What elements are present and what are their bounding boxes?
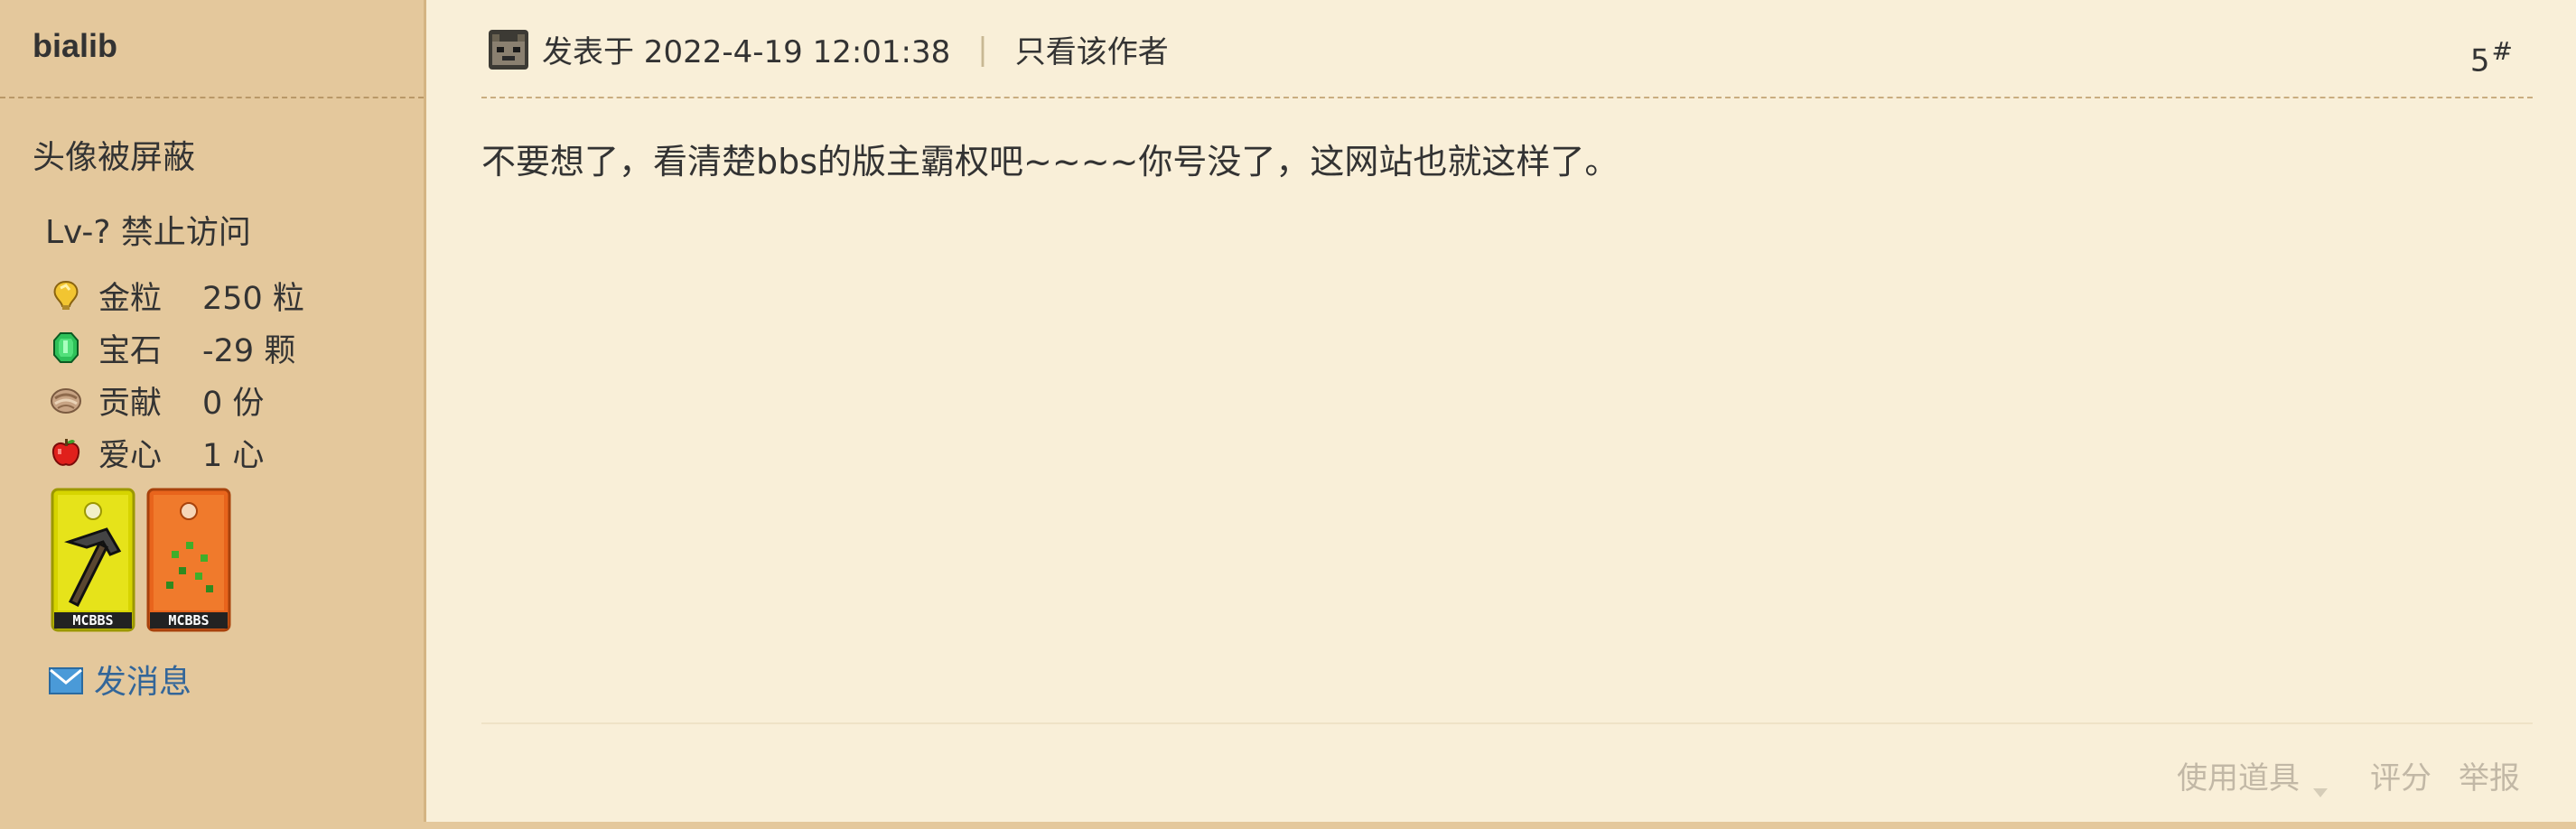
post-timestamp: 发表于 2022-4-19 12:01:38 bbox=[542, 34, 951, 70]
send-message-link[interactable]: 发消息 bbox=[49, 656, 191, 703]
avatar-blocked-text: 头像被屏蔽 bbox=[33, 139, 196, 176]
medal-list: MCBBS MCBBS bbox=[51, 488, 231, 632]
bottom-border bbox=[0, 822, 2576, 829]
floor-number[interactable]: 5# bbox=[2470, 36, 2513, 79]
stat-label: 金粒 bbox=[98, 280, 163, 317]
sidebar-divider bbox=[0, 97, 424, 98]
username[interactable]: bialib bbox=[33, 27, 117, 65]
floor-symbol: # bbox=[2491, 36, 2513, 66]
pickaxe-medal-icon[interactable]: MCBBS bbox=[51, 488, 135, 632]
contribution-icon bbox=[50, 384, 82, 416]
only-author-link[interactable]: 只看该作者 bbox=[1015, 27, 1169, 71]
chevron-down-icon bbox=[2312, 770, 2329, 797]
medal-text: MCBBS bbox=[72, 612, 113, 629]
apple-icon bbox=[50, 436, 82, 469]
post-header: 发表于 2022-4-19 12:01:38 | 只看该作者 bbox=[488, 27, 1169, 71]
send-message-label: 发消息 bbox=[94, 664, 192, 701]
floor-value: 5 bbox=[2469, 42, 2490, 79]
user-level: Lv-? 禁止访问 bbox=[45, 214, 251, 251]
use-tool-label: 使用道具 bbox=[2177, 760, 2300, 796]
stat-emerald: 宝石 -29 颗 bbox=[50, 321, 304, 374]
emerald-icon bbox=[50, 331, 82, 364]
stat-contribution: 贡献 0 份 bbox=[50, 374, 304, 426]
stat-value: -29 颗 bbox=[202, 332, 296, 369]
stat-value: 1 心 bbox=[202, 437, 265, 474]
rate-button[interactable]: 评分 bbox=[2370, 753, 2431, 797]
use-tool-button[interactable]: 使用道具 bbox=[2177, 753, 2329, 797]
stat-label: 爱心 bbox=[98, 437, 163, 474]
stat-value: 250 粒 bbox=[202, 280, 304, 317]
header-divider bbox=[481, 97, 2533, 98]
stat-gold: 金粒 250 粒 bbox=[50, 269, 304, 321]
user-sidebar: bialib 头像被屏蔽 Lv-? 禁止访问 金粒 250 粒 宝石 -29 颗… bbox=[0, 0, 426, 829]
stat-label: 宝石 bbox=[98, 332, 163, 369]
stat-love: 爱心 1 心 bbox=[50, 426, 304, 479]
header-separator: | bbox=[977, 31, 988, 68]
author-avatar-icon bbox=[488, 29, 529, 70]
medal-text: MCBBS bbox=[168, 612, 209, 629]
envelope-icon bbox=[49, 666, 83, 694]
user-stats: 金粒 250 粒 宝石 -29 颗 贡献 0 份 爱心 1 心 bbox=[50, 269, 304, 479]
post-content: 不要想了，看清楚bbs的版主霸权吧~~~~你号没了，这网站也就这样了。 bbox=[481, 142, 1619, 182]
gold-nugget-icon bbox=[50, 279, 82, 312]
post-actions: 使用道具 评分 举报 bbox=[2177, 753, 2520, 797]
seeds-medal-icon[interactable]: MCBBS bbox=[146, 488, 231, 632]
stat-value: 0 份 bbox=[202, 385, 265, 422]
stat-label: 贡献 bbox=[98, 385, 163, 422]
report-button[interactable]: 举报 bbox=[2459, 753, 2520, 797]
footer-divider bbox=[481, 722, 2533, 724]
